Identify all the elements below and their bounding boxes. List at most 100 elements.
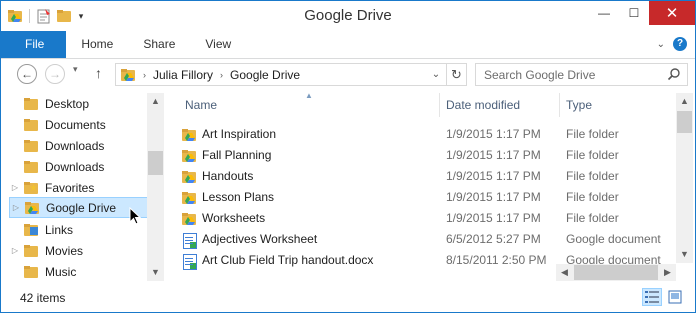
back-button[interactable]: ← bbox=[17, 64, 37, 84]
nav-item-label: Desktop bbox=[45, 96, 90, 111]
file-date: 1/9/2015 1:17 PM bbox=[446, 169, 541, 183]
google-drive-folder-icon[interactable] bbox=[7, 8, 23, 24]
file-name: Handouts bbox=[202, 169, 254, 183]
expand-arrow-icon[interactable]: ▷ bbox=[9, 183, 21, 192]
column-header-date[interactable]: Date modified bbox=[440, 91, 560, 119]
address-bar[interactable]: › Julia Fillory › Google Drive ⌄ ↻ bbox=[115, 63, 467, 86]
file-type: File folder bbox=[566, 127, 619, 141]
google-drive-folder-icon bbox=[24, 200, 40, 216]
table-row[interactable]: Art Inspiration 1/9/2015 1:17 PM File fo… bbox=[181, 124, 671, 145]
expand-arrow-icon[interactable]: ▷ bbox=[10, 203, 22, 212]
tab-home[interactable]: Home bbox=[66, 31, 128, 58]
file-name: Adjectives Worksheet bbox=[202, 232, 318, 246]
large-icons-view-button[interactable] bbox=[665, 288, 685, 306]
star-icon: ★ bbox=[29, 182, 38, 194]
column-header-name[interactable]: Name bbox=[179, 91, 439, 119]
details-view-button[interactable] bbox=[642, 288, 662, 306]
forward-button[interactable]: → bbox=[45, 64, 65, 84]
recent-locations-icon[interactable]: ▾ bbox=[73, 64, 78, 75]
back-arrow-icon: ← bbox=[21, 67, 33, 81]
file-date: 6/5/2012 5:27 PM bbox=[446, 232, 541, 246]
forward-arrow-icon: → bbox=[49, 67, 61, 81]
expand-arrow-icon[interactable]: ▷ bbox=[9, 246, 21, 255]
title-bar: ▾ Google Drive — ☐ ✕ bbox=[1, 1, 695, 31]
search-placeholder: Search Google Drive bbox=[484, 67, 596, 82]
nav-item-downloads[interactable]: Downloads bbox=[9, 135, 149, 156]
nav-item-label: Google Drive bbox=[46, 200, 117, 215]
table-row[interactable]: Worksheets 1/9/2015 1:17 PM File folder bbox=[181, 208, 671, 229]
refresh-icon[interactable]: ↻ bbox=[446, 64, 466, 85]
scroll-left-icon[interactable]: ◀ bbox=[556, 264, 573, 281]
nav-item-label: Downloads bbox=[45, 138, 105, 153]
nav-pane-scrollbar[interactable]: ▲ ▼ bbox=[147, 93, 164, 281]
breadcrumb-item-google-drive[interactable]: Google Drive bbox=[230, 68, 300, 82]
minimize-button[interactable]: — bbox=[589, 1, 619, 25]
nav-item-desktop[interactable]: Desktop bbox=[9, 93, 149, 114]
nav-item-music[interactable]: Music bbox=[9, 261, 149, 282]
nav-item-documents[interactable]: Documents bbox=[9, 114, 149, 135]
nav-item-downloads-2[interactable]: Downloads bbox=[9, 156, 149, 177]
google-drive-folder-icon bbox=[181, 127, 197, 143]
address-row: ← → ▾ ↑ › Julia Fillory › Google Drive ⌄… bbox=[1, 59, 695, 91]
table-row[interactable]: Handouts 1/9/2015 1:17 PM File folder bbox=[181, 166, 671, 187]
tab-share[interactable]: Share bbox=[128, 31, 190, 58]
scrollbar-thumb[interactable] bbox=[677, 111, 692, 133]
file-name: Lesson Plans bbox=[202, 190, 275, 204]
file-type: File folder bbox=[566, 211, 619, 225]
up-button[interactable]: ↑ bbox=[95, 65, 102, 81]
nav-item-movies[interactable]: ▷ Movies bbox=[9, 240, 149, 261]
breadcrumb-chevron-icon[interactable]: › bbox=[220, 70, 223, 80]
scroll-down-icon[interactable]: ▼ bbox=[147, 264, 164, 281]
folder-icon bbox=[23, 264, 39, 280]
google-drive-folder-icon bbox=[181, 211, 197, 227]
item-count: 42 items bbox=[20, 291, 66, 305]
help-icon[interactable]: ? bbox=[673, 37, 687, 51]
customize-toolbar-icon[interactable]: ▾ bbox=[76, 11, 86, 22]
table-row[interactable]: Lesson Plans 1/9/2015 1:17 PM File folde… bbox=[181, 187, 671, 208]
nav-item-label: Favorites bbox=[45, 180, 95, 195]
google-drive-folder-icon bbox=[181, 190, 197, 206]
folder-icon bbox=[23, 243, 39, 259]
large-icons-view-icon bbox=[668, 290, 682, 304]
status-bar: 42 items bbox=[1, 283, 695, 312]
nav-item-label: Downloads bbox=[45, 159, 105, 174]
file-list-vertical-scrollbar[interactable]: ▲ ▼ bbox=[676, 93, 693, 263]
scroll-up-icon[interactable]: ▲ bbox=[147, 93, 164, 110]
table-row[interactable]: Adjectives Worksheet 6/5/2012 5:27 PM Go… bbox=[181, 229, 671, 250]
maximize-button[interactable]: ☐ bbox=[619, 1, 649, 25]
scroll-up-icon[interactable]: ▲ bbox=[676, 93, 693, 110]
file-name: Art Inspiration bbox=[202, 127, 277, 141]
address-dropdown-icon[interactable]: ⌄ bbox=[426, 64, 446, 85]
google-drive-folder-icon bbox=[181, 169, 197, 185]
breadcrumb: › Julia Fillory › Google Drive bbox=[116, 67, 300, 83]
table-row[interactable]: Fall Planning 1/9/2015 1:17 PM File fold… bbox=[181, 145, 671, 166]
new-folder-icon[interactable] bbox=[56, 8, 72, 24]
scrollbar-thumb[interactable] bbox=[148, 151, 163, 175]
file-date: 1/9/2015 1:17 PM bbox=[446, 127, 541, 141]
nav-item-favorites[interactable]: ▷ ★ Favorites bbox=[9, 177, 149, 198]
file-date: 8/15/2011 2:50 PM bbox=[446, 253, 547, 267]
toolbar-divider bbox=[29, 9, 30, 23]
tab-view[interactable]: View bbox=[190, 31, 246, 58]
navigation-pane: Desktop Documents Downloads Downloads ▷ … bbox=[9, 91, 164, 281]
close-button[interactable]: ✕ bbox=[649, 1, 695, 25]
tab-file[interactable]: File bbox=[1, 31, 67, 58]
breadcrumb-item-user[interactable]: Julia Fillory bbox=[153, 68, 213, 82]
nav-item-links[interactable]: Links bbox=[9, 219, 149, 240]
file-type: File folder bbox=[566, 148, 619, 162]
file-date: 1/9/2015 1:17 PM bbox=[446, 190, 541, 204]
scroll-down-icon[interactable]: ▼ bbox=[676, 246, 693, 263]
file-list-horizontal-scrollbar[interactable]: ◀ ▶ bbox=[556, 264, 676, 281]
mouse-cursor-icon bbox=[129, 207, 141, 225]
properties-icon[interactable] bbox=[36, 8, 52, 24]
nav-item-label: Links bbox=[45, 222, 74, 237]
nav-item-google-drive[interactable]: ▷ Google Drive bbox=[9, 197, 149, 218]
google-drive-folder-icon bbox=[181, 148, 197, 164]
breadcrumb-chevron-icon[interactable]: › bbox=[143, 70, 146, 80]
column-header-type[interactable]: Type bbox=[560, 91, 670, 119]
scrollbar-thumb[interactable] bbox=[574, 265, 658, 280]
scroll-right-icon[interactable]: ▶ bbox=[659, 264, 676, 281]
ribbon-help-area: ⌄ ? bbox=[657, 37, 687, 51]
expand-ribbon-icon[interactable]: ⌄ bbox=[657, 39, 665, 50]
search-input[interactable]: Search Google Drive bbox=[475, 63, 688, 86]
